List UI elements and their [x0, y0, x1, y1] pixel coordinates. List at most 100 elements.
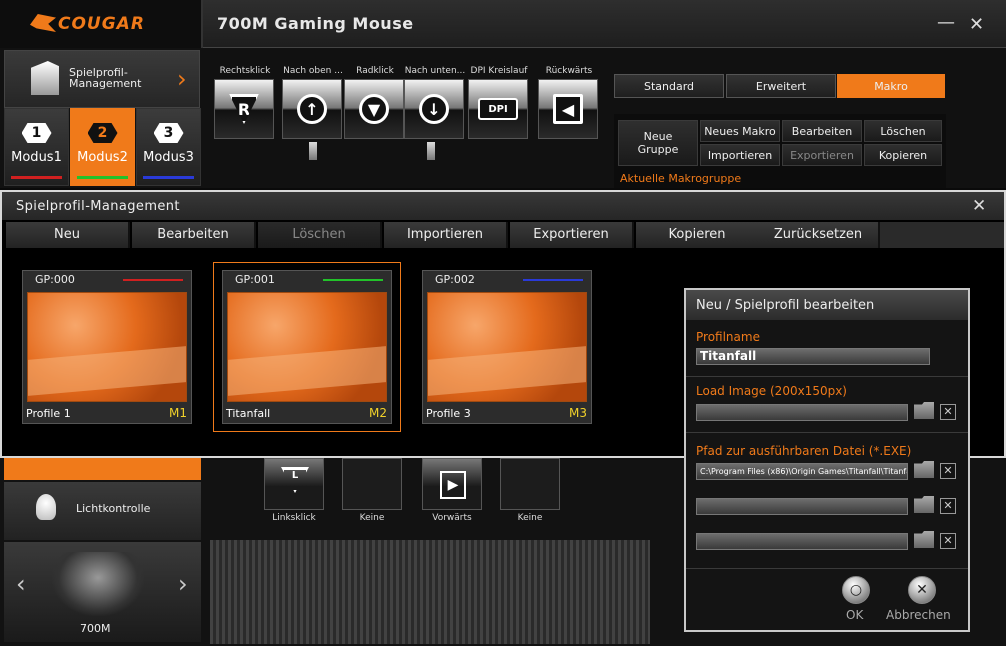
edit-profile-dialog: Neu / Spielprofil bearbeiten Profilname … [684, 288, 970, 632]
profile-mode-tag: M1 [169, 406, 187, 420]
button-tile[interactable]: ↓ [404, 79, 464, 139]
profile-image [427, 292, 587, 402]
current-macro-group-label: Aktuelle Makrogruppe [620, 172, 742, 185]
clear-exe-1-button[interactable]: ✕ [940, 463, 956, 479]
button-assign-back[interactable]: Rückwärts ◀ [538, 66, 600, 139]
button-caption: Keine [517, 513, 543, 523]
mode-2-label: Modus2 [77, 150, 128, 165]
mode-2-icon: 2 [87, 123, 118, 143]
button-assign-dpi-cycle[interactable]: DPI Kreislauf DPI [468, 66, 530, 139]
button-caption: Rechtsklick [219, 66, 271, 76]
tab-export[interactable]: Exportieren [510, 222, 634, 248]
mouse-selector: ‹ › 700M [4, 542, 201, 642]
divider [686, 568, 968, 569]
button-tile[interactable]: R [214, 79, 274, 139]
dialog-close-button[interactable]: ✕ [972, 196, 986, 216]
tab-import[interactable]: Importieren [384, 222, 508, 248]
tab-bar-filler [880, 222, 1004, 248]
profile-image [27, 292, 187, 402]
button-assign-wheel-click[interactable]: Radklick ▼ [344, 66, 406, 139]
profile-name: Profile 3 [426, 407, 471, 420]
profile-card-3[interactable]: GP:002 Profile 3 M3 [422, 270, 592, 424]
folder-icon[interactable] [914, 402, 934, 419]
mode-1-button[interactable]: 1 Modus1 [4, 108, 69, 186]
ok-circle-icon[interactable]: ○ [842, 576, 870, 604]
button-tile[interactable]: ↑ [282, 79, 342, 139]
button-assign-scroll-up[interactable]: Nach oben ... ↑ [282, 66, 344, 139]
ok-button[interactable]: OK [846, 608, 863, 622]
mouse-model-label: 700M [80, 622, 111, 635]
button-assign-none-2[interactable] [500, 458, 560, 510]
mode-1-color-bar [11, 176, 62, 179]
delete-macro-button[interactable]: Löschen [864, 120, 942, 142]
close-button[interactable]: ✕ [969, 14, 984, 35]
brand-logo: COUGAR [58, 14, 145, 34]
button-tile[interactable]: ◀ [538, 79, 598, 139]
light-control-button[interactable]: Lichtkontrolle [4, 482, 201, 540]
button-caption: DPI Kreislauf [470, 66, 528, 76]
minimize-button[interactable]: — [937, 12, 955, 33]
tab-new[interactable]: Neu [6, 222, 130, 248]
profile-id: GP:001 [235, 273, 275, 286]
profile-card-1[interactable]: GP:000 Profile 1 M1 [22, 270, 192, 424]
load-image-label: Load Image (200x150px) [696, 384, 847, 398]
arrow-up-icon: ↑ [297, 94, 327, 124]
edit-macro-button[interactable]: Bearbeiten [782, 120, 862, 142]
button-caption: Vorwärts [432, 513, 472, 523]
profile-card-2[interactable]: GP:001 Titanfall M2 [222, 270, 392, 424]
clear-exe-2-button[interactable]: ✕ [940, 498, 956, 514]
export-macro-button[interactable]: Exportieren [782, 144, 862, 166]
folder-icon[interactable] [914, 461, 934, 478]
divider [686, 376, 968, 377]
button-caption: Nach unten... [404, 66, 466, 76]
copy-macro-button[interactable]: Kopieren [864, 144, 942, 166]
cancel-button[interactable]: Abbrechen [886, 608, 951, 622]
exe-path-input-2[interactable] [696, 498, 908, 515]
tab-macro[interactable]: Makro [837, 74, 945, 98]
app-title: 700M Gaming Mouse [217, 14, 414, 33]
mode-3-button[interactable]: 3 Modus3 [136, 108, 201, 186]
button-caption: Rückwärts [545, 66, 593, 76]
button-assign-right-click[interactable]: Rechtsklick R [214, 66, 276, 139]
image-path-input[interactable] [696, 404, 908, 421]
exe-path-input-1[interactable]: C:\Program Files (x86)\Origin Games\Tita… [696, 463, 908, 480]
tab-copy[interactable]: Kopieren [636, 222, 760, 248]
button-assign-none-1[interactable] [342, 458, 402, 510]
new-macro-button[interactable]: Neues Makro [700, 120, 780, 142]
folder-icon[interactable] [914, 496, 934, 513]
button-tile[interactable]: ▼ [344, 79, 404, 139]
previous-mouse-button[interactable]: ‹ [16, 570, 26, 598]
profile-id: GP:002 [435, 273, 475, 286]
profile-mode-tag: M3 [569, 406, 587, 420]
profile-name-label: Profilname [696, 330, 760, 344]
import-macro-button[interactable]: Importieren [700, 144, 780, 166]
tab-advanced[interactable]: Erweitert [726, 74, 836, 98]
profile-name-input[interactable]: Titanfall [696, 348, 930, 365]
exe-path-input-3[interactable] [696, 533, 908, 550]
button-tile[interactable]: DPI [468, 79, 528, 139]
profile-management-button[interactable]: Spielprofil- Management › [4, 50, 200, 108]
button-caption: Keine [359, 513, 385, 523]
button-assign-forward[interactable]: ▶ [422, 458, 482, 510]
logo-bar: COUGAR [0, 0, 203, 48]
cancel-x-icon[interactable]: ✕ [908, 576, 936, 604]
button-caption: Nach oben ... [283, 66, 343, 76]
tab-reset[interactable]: Zurücksetzen [758, 222, 880, 248]
mode-3-label: Modus3 [143, 150, 194, 165]
button-assign-scroll-down[interactable]: Nach unten... ↓ [404, 66, 466, 139]
tab-standard[interactable]: Standard [614, 74, 724, 98]
active-nav-item[interactable] [4, 458, 201, 480]
clear-exe-3-button[interactable]: ✕ [940, 533, 956, 549]
edit-dialog-title: Neu / Spielprofil bearbeiten [696, 298, 875, 313]
tab-delete[interactable]: Löschen [258, 222, 382, 248]
button-assign-left-click[interactable]: L [264, 458, 324, 510]
next-mouse-button[interactable]: › [178, 570, 188, 598]
tab-edit[interactable]: Bearbeiten [132, 222, 256, 248]
clear-image-button[interactable]: ✕ [940, 404, 956, 420]
new-group-button[interactable]: Neue Gruppe [618, 120, 698, 166]
profile-mode-tag: M2 [369, 406, 387, 420]
folder-icon[interactable] [914, 531, 934, 548]
mode-2-button[interactable]: 2 Modus2 [70, 108, 135, 186]
mouse-image-icon [52, 552, 144, 616]
right-click-icon: R [229, 94, 259, 124]
